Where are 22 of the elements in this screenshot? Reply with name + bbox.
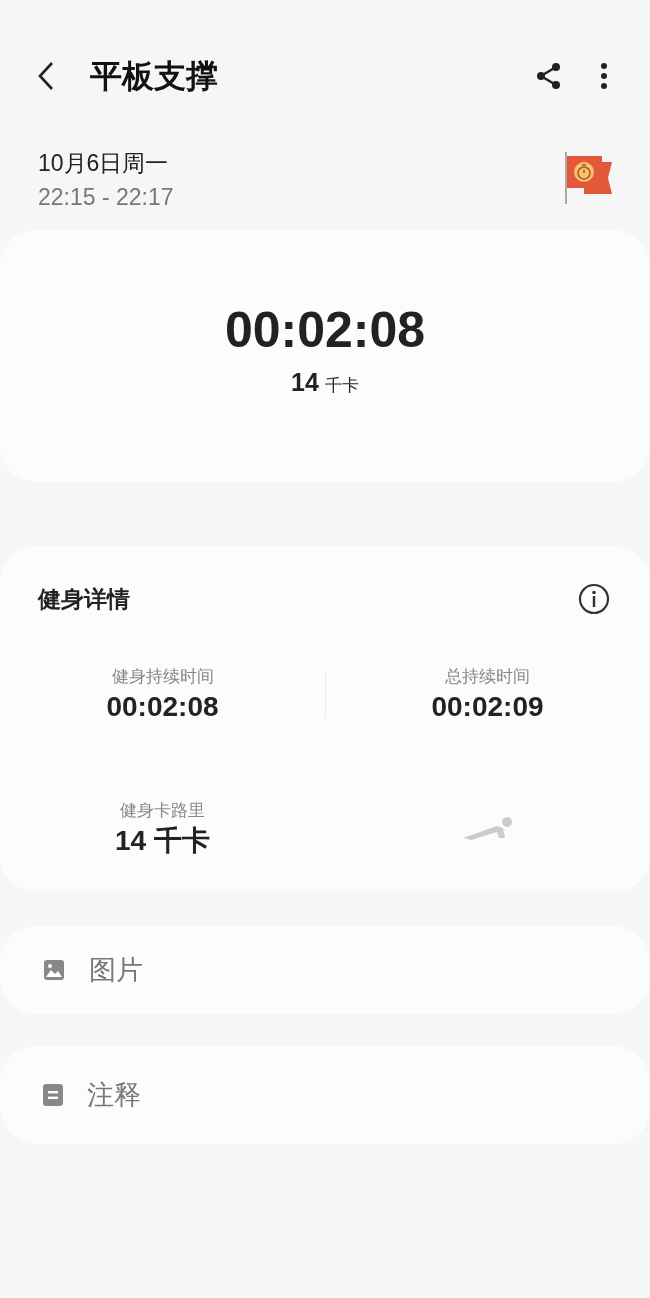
back-icon bbox=[36, 60, 56, 92]
stat-label: 总持续时间 bbox=[445, 665, 530, 688]
more-icon[interactable] bbox=[600, 62, 608, 90]
duration-value: 00:02:08 bbox=[224, 301, 426, 360]
section-title: 健身详情 bbox=[38, 585, 130, 614]
attachment-row[interactable]: 图片 bbox=[0, 926, 650, 1014]
stat-label: 健身持续时间 bbox=[111, 665, 214, 688]
info-icon[interactable] bbox=[578, 583, 610, 616]
stat-value: 00:02:08 bbox=[106, 689, 219, 724]
share-icon[interactable] bbox=[536, 62, 562, 90]
stat-value: 14 千卡 bbox=[115, 823, 210, 858]
session-date: 10月6日周一 bbox=[38, 149, 170, 178]
note-icon bbox=[43, 1084, 63, 1106]
calories-value: 14 bbox=[291, 367, 319, 398]
image-icon bbox=[43, 959, 65, 981]
flag-icon bbox=[562, 150, 614, 206]
stat-label: 健身卡路里 bbox=[120, 799, 205, 822]
session-time: 22:15 - 22:17 bbox=[38, 183, 174, 212]
attachment-row[interactable]: 注释 bbox=[0, 1046, 650, 1144]
stat-value: 00:02:09 bbox=[431, 689, 544, 724]
calories-unit: 千卡 bbox=[324, 375, 359, 397]
page-title: 平板支撑 bbox=[90, 57, 218, 96]
